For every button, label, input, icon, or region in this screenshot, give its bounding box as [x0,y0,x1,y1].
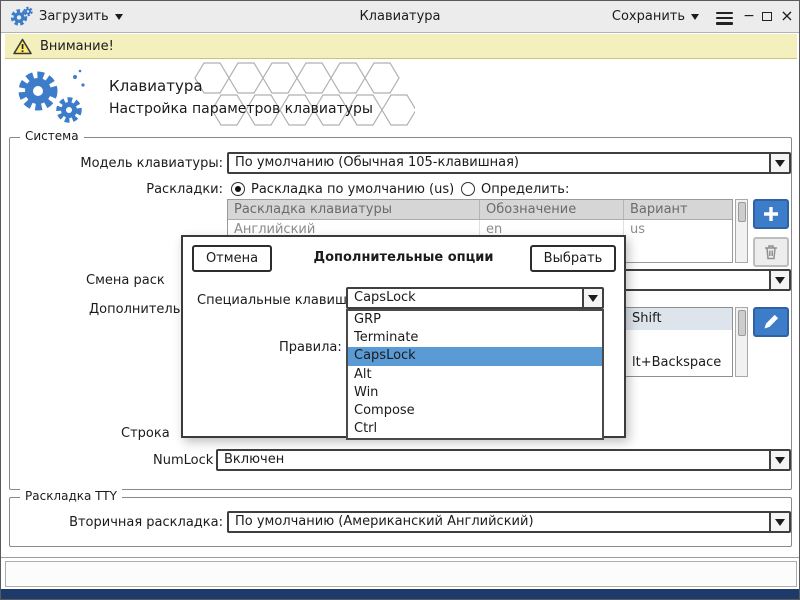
warning-icon [13,38,32,55]
dropdown-arrow-icon[interactable] [769,451,789,469]
dropdown-option[interactable]: Terminate [348,329,602,347]
save-menu-button[interactable]: Сохранить [612,1,699,33]
radio-custom-layout-label[interactable]: Определить: [481,182,569,197]
hamburger-menu-button[interactable] [716,9,733,27]
secondary-layout-value: По умолчанию (Американский Английский) [235,513,765,531]
hotkey-text: Shift [632,308,662,330]
dropdown-option-selected[interactable]: CapsLock [348,347,602,365]
dropdown-arrow-icon[interactable] [769,513,789,531]
dropdown-arrow-icon[interactable] [582,289,602,307]
pencil-icon [761,312,781,332]
radio-default-layout[interactable] [231,182,245,196]
titlebar: Загрузить Клавиатура Сохранить − × [1,1,799,33]
system-group-legend: Система [20,129,84,143]
numlock-select[interactable]: Включен [216,449,791,471]
keyboard-module-gears-icon [11,63,95,129]
minimize-button[interactable]: − [741,1,757,33]
secondary-layout-label: Вторичная раскладка: [61,515,223,530]
delete-layout-button[interactable] [753,237,789,267]
dropdown-option[interactable]: GRP [348,311,602,329]
secondary-layout-select[interactable]: По умолчанию (Американский Английский) [227,511,791,533]
column-header[interactable]: Раскладка клавиатуры [228,200,480,219]
load-menu-label: Загрузить [39,9,109,24]
layouts-table-header: Раскладка клавиатуры Обозначение Вариант [228,200,732,220]
column-header[interactable]: Обозначение [480,200,624,219]
hotkey-text: lt+Backspace [632,352,721,374]
keyboard-model-label: Модель клавиатуры: [61,156,223,171]
radio-default-layout-label[interactable]: Раскладка по умолчанию (us) [251,182,454,197]
select-button[interactable]: Выбрать [530,245,616,272]
add-layout-button[interactable] [753,199,789,229]
dropdown-option[interactable]: Compose [348,402,602,420]
numlock-label: NumLock [153,453,213,468]
cell-layout-variant: us [624,220,730,240]
special-keys-select[interactable]: CapsLock [346,287,604,309]
warning-bar: Внимание! [5,34,797,59]
dropdown-option[interactable]: Alt [348,366,602,384]
page-subtitle: Настройка параметров клавиатуры [109,101,373,117]
edit-hotkey-button[interactable] [753,307,789,337]
layouts-label: Раскладки: [141,182,223,197]
layout-switch-label: Смена раск [86,273,165,288]
close-button[interactable]: × [779,1,795,33]
radio-custom-layout[interactable] [461,182,475,196]
table-scrollbar[interactable] [735,199,748,263]
tty-group-legend: Раскладка TTY [20,489,122,503]
app-window: Загрузить Клавиатура Сохранить − × Внима… [0,0,800,600]
app-gear-icon [10,6,34,29]
hotkey-list-scrollbar[interactable] [735,307,748,377]
additional-options-dialog: Отмена Дополнительные опции Выбрать Спец… [181,235,626,438]
footer-separator [1,557,800,558]
save-menu-label: Сохранить [612,9,685,24]
hexagon-pattern-decoration [193,61,415,131]
load-menu-button[interactable]: Загрузить [39,1,123,33]
warning-text: Внимание! [40,39,114,54]
keyboard-model-select[interactable]: По умолчанию (Обычная 105-клавишная) [227,152,791,174]
status-bar [5,561,797,587]
rules-label: Правила: [279,340,341,355]
column-header[interactable]: Вариант [624,200,730,219]
special-keys-value: CapsLock [354,289,578,307]
dropdown-arrow-icon[interactable] [769,154,789,172]
numlock-value: Включен [224,451,765,469]
plus-icon [761,204,781,224]
chevron-down-icon [691,14,699,20]
dropdown-arrow-icon[interactable] [769,271,789,289]
chevron-down-icon [115,14,123,20]
window-bottom-edge [1,589,800,600]
trash-icon [761,242,781,262]
dropdown-option[interactable]: Win [348,384,602,402]
page-title: Клавиатура [109,77,203,95]
special-keys-dropdown-list[interactable]: GRP Terminate CapsLock Alt Win Compose C… [346,309,604,440]
command-line-label: Строка [121,426,170,441]
dropdown-option[interactable]: Ctrl [348,420,602,438]
keyboard-model-value: По умолчанию (Обычная 105-клавишная) [235,154,765,172]
maximize-button[interactable] [762,12,772,21]
special-keys-label: Специальные клавиши: [197,293,343,308]
